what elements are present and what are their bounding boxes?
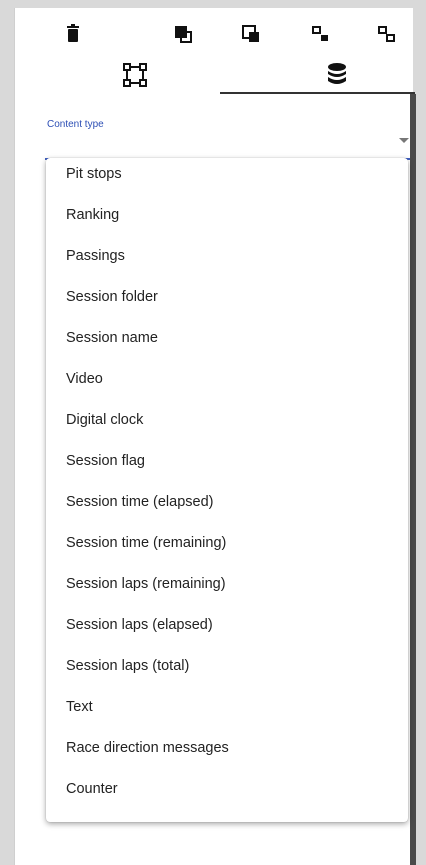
content-type-select[interactable]: Content type	[45, 116, 415, 164]
chevron-down-icon[interactable]	[399, 138, 409, 143]
menu-option[interactable]: Text	[46, 691, 408, 732]
menu-option[interactable]: Counter	[46, 773, 408, 814]
active-tab-indicator	[220, 92, 415, 94]
layout-selection-icon	[122, 62, 148, 93]
content-type-menu: Pit stops Ranking Passings Session folder Se…	[46, 158, 408, 822]
menu-option[interactable]: Session laps (total)	[46, 650, 408, 691]
menu-option[interactable]: Session flag	[46, 445, 408, 486]
menu-option[interactable]: Pit stops	[46, 158, 408, 199]
send-to-back-icon[interactable]	[239, 22, 263, 46]
menu-option[interactable]: Race direction messages	[46, 732, 408, 773]
bring-to-front-icon[interactable]	[171, 22, 195, 46]
tab-layout[interactable]	[45, 58, 225, 100]
panel-divider	[410, 94, 416, 865]
menu-option[interactable]: Video	[46, 363, 408, 404]
content-type-label: Content type	[47, 119, 104, 130]
menu-option[interactable]: Digital clock	[46, 404, 408, 445]
menu-option[interactable]: Session laps (elapsed)	[46, 609, 408, 650]
ungroup-icon[interactable]	[375, 22, 399, 46]
menu-option[interactable]: Session laps (remaining)	[46, 568, 408, 609]
menu-option[interactable]: Session folder	[46, 281, 408, 322]
delete-icon[interactable]	[61, 22, 85, 46]
menu-option[interactable]: Passings	[46, 240, 408, 281]
menu-option[interactable]: Session time (remaining)	[46, 527, 408, 568]
database-icon	[325, 62, 349, 93]
toolbar	[15, 8, 413, 48]
group-icon[interactable]	[309, 22, 333, 46]
menu-option[interactable]: Ranking	[46, 199, 408, 240]
tab-bar	[15, 58, 413, 104]
menu-option[interactable]: Session name	[46, 322, 408, 363]
menu-option[interactable]: Session time (elapsed)	[46, 486, 408, 527]
